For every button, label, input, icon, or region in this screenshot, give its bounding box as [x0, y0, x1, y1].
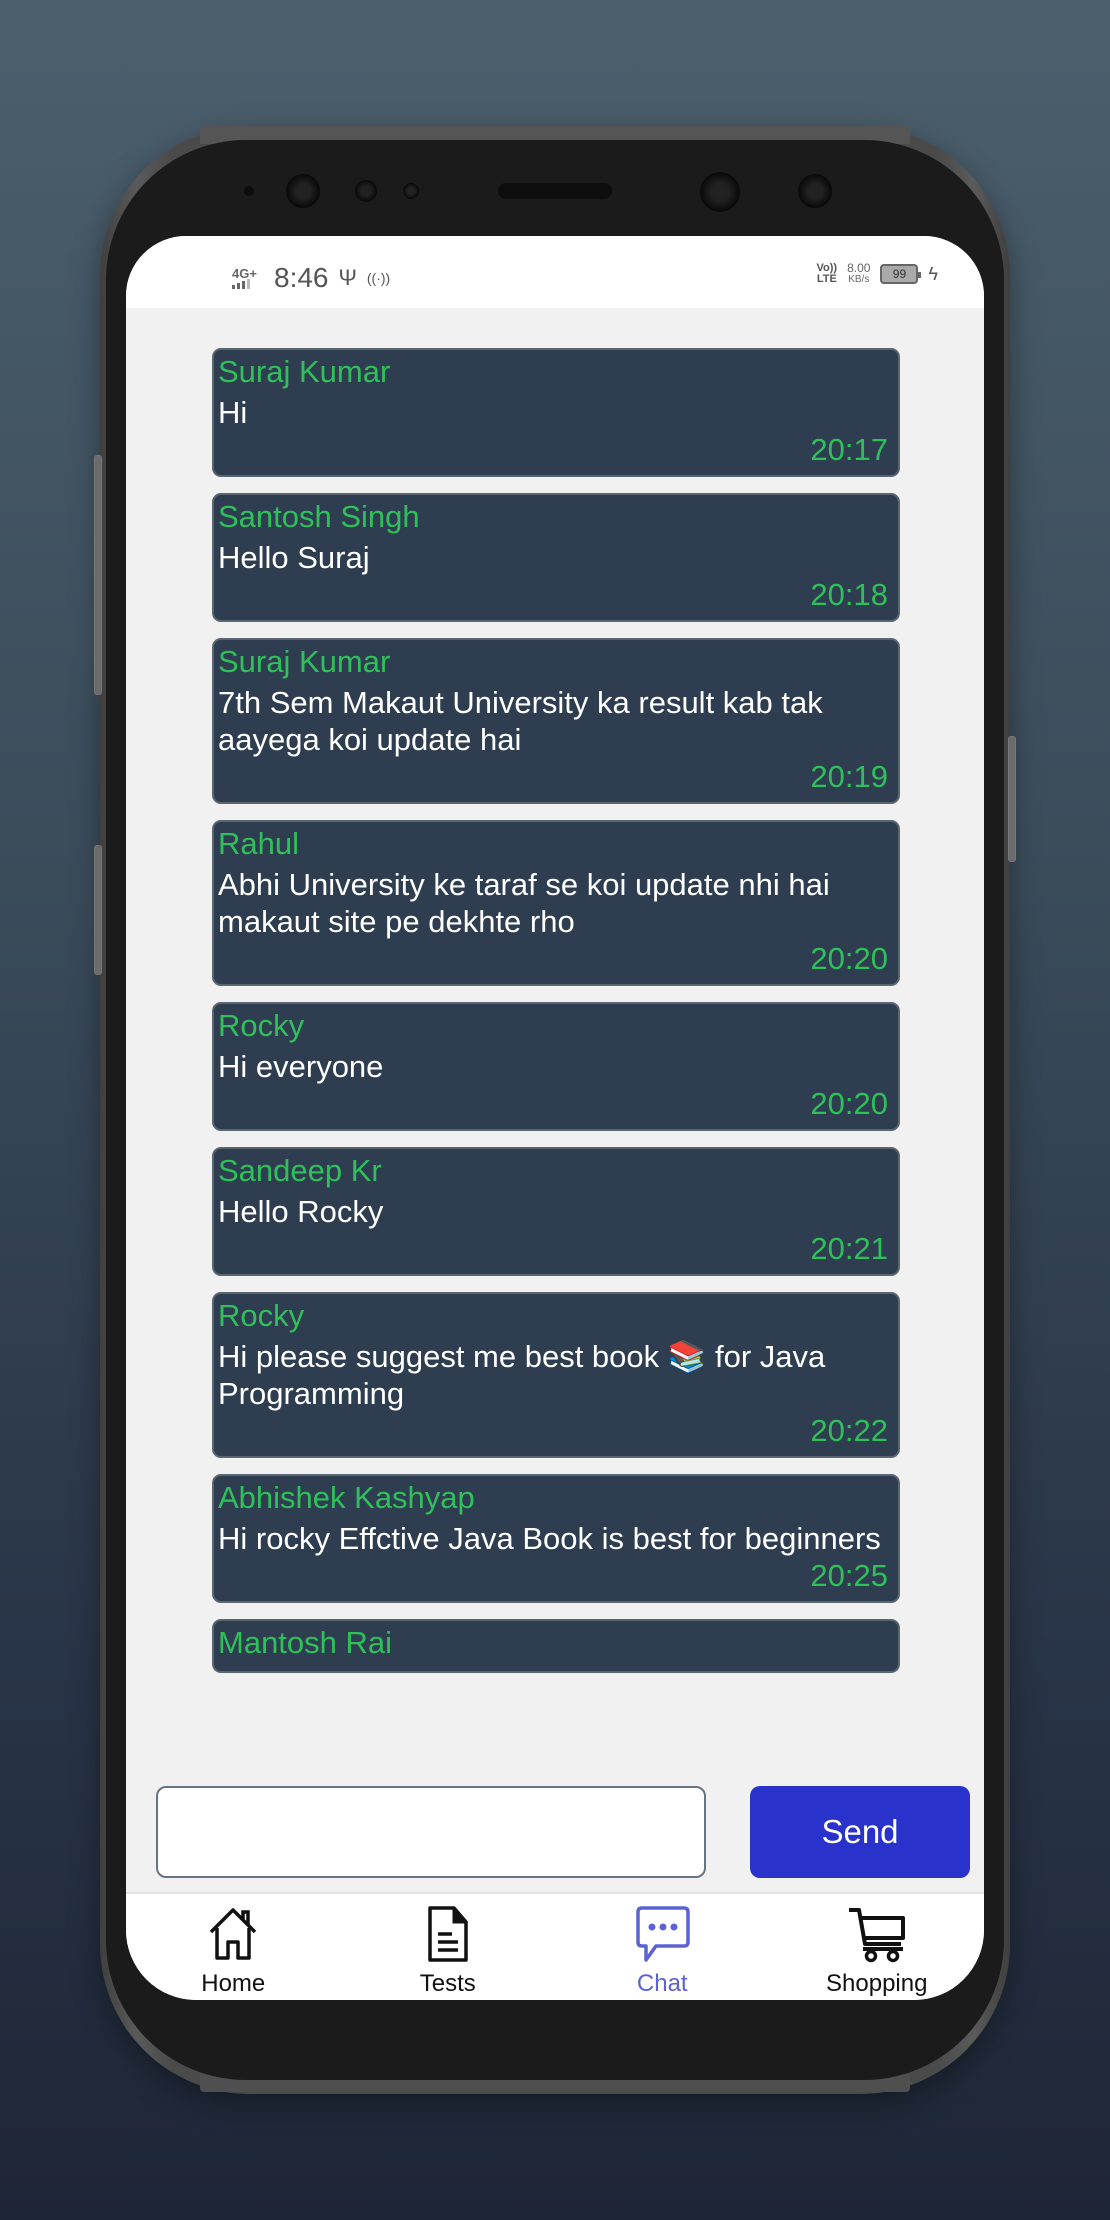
bottom-navigation: Home Tests Chat Shopping	[126, 1892, 984, 2000]
message-time: 20:18	[810, 577, 888, 612]
front-sensor	[798, 174, 832, 208]
usb-icon: Ψ	[338, 265, 357, 290]
message-time: 20:19	[810, 759, 888, 794]
message-bubble[interactable]: Mantosh Rai	[212, 1619, 900, 1673]
nav-chat[interactable]: Chat	[555, 1894, 770, 2000]
nav-label: Chat	[636, 1970, 688, 1997]
message-text: 7th Sem Makaut University ka result kab …	[218, 685, 823, 757]
volume-up-button	[94, 455, 102, 695]
message-bubble[interactable]: Rocky Hi please suggest me best book 📚 fo…	[212, 1292, 900, 1458]
nav-label: Tests	[419, 1970, 476, 1997]
volume-down-button	[94, 845, 102, 975]
nav-home[interactable]: Home	[126, 1894, 341, 2000]
message-bubble[interactable]: Santosh Singh Hello Suraj 20:18	[212, 493, 900, 622]
power-button	[1008, 736, 1016, 862]
message-list[interactable]: Suraj Kumar Hi 20:17 Santosh Singh Hello Sur…	[212, 348, 900, 1730]
message-time: 20:20	[810, 941, 888, 976]
message-time: 20:17	[810, 432, 888, 467]
chat-bubble-icon	[636, 1906, 690, 1962]
sender-name: Rahul	[218, 826, 299, 861]
message-time: 20:20	[810, 1086, 888, 1121]
sensor-dot	[403, 183, 419, 199]
battery-icon: 99	[880, 264, 922, 284]
send-button[interactable]: Send	[750, 1786, 970, 1878]
sender-name: Mantosh Rai	[218, 1625, 393, 1660]
message-time: 20:21	[810, 1231, 888, 1266]
cellular-signal-icon: 4G+	[232, 265, 264, 289]
message-text: Hi everyone	[218, 1049, 384, 1084]
nav-label: Home	[201, 1970, 266, 1997]
sender-name: Suraj Kumar	[218, 354, 391, 389]
sensor-dot	[355, 180, 377, 202]
charging-icon: ϟ	[928, 263, 938, 284]
message-bubble[interactable]: Abhishek Kashyap Hi rocky Effctive Java B…	[212, 1474, 900, 1603]
nav-shopping[interactable]: Shopping	[770, 1894, 985, 2000]
message-bubble[interactable]: Rahul Abhi University ke taraf se koi upd…	[212, 820, 900, 986]
proximity-sensor	[244, 186, 254, 196]
front-camera	[286, 174, 320, 208]
sender-name: Abhishek Kashyap	[218, 1480, 475, 1515]
cart-icon	[848, 1908, 905, 1963]
volte-icon: Vo)) LTE	[816, 262, 838, 285]
sender-name: Rocky	[218, 1008, 305, 1043]
message-bubble[interactable]: Rocky Hi everyone 20:20	[212, 1002, 900, 1131]
sender-name: Rocky	[218, 1298, 305, 1333]
app-screen: 4G+ 8:46 Ψ ((·)) Vo)) LTE 8.00 KB/s 99 ϟ…	[126, 236, 984, 2000]
nav-tests[interactable]: Tests	[341, 1894, 556, 2000]
message-text	[218, 1663, 892, 1665]
clock: 8:46	[274, 262, 329, 293]
front-camera-secondary	[700, 172, 740, 212]
message-text: Hello Suraj	[218, 540, 370, 575]
message-input[interactable]	[156, 1786, 706, 1878]
message-bubble[interactable]: Suraj Kumar 7th Sem Makaut University ka …	[212, 638, 900, 804]
message-text: Hi please suggest me best book 📚 for Jav…	[218, 1339, 826, 1411]
message-text: Hi rocky Effctive Java Book is best for …	[218, 1521, 881, 1556]
sender-name: Sandeep Kr	[218, 1153, 382, 1188]
status-bar: 4G+ 8:46 Ψ ((·)) Vo)) LTE 8.00 KB/s 99 ϟ	[126, 236, 984, 308]
earpiece-speaker	[498, 183, 612, 199]
battery-level: 99	[892, 267, 907, 281]
message-time: 20:22	[810, 1413, 888, 1448]
message-text: Hi	[218, 395, 248, 430]
message-bubble[interactable]: Sandeep Kr Hello Rocky 20:21	[212, 1147, 900, 1276]
message-text: Hello Rocky	[218, 1194, 384, 1229]
document-icon	[428, 1906, 468, 1962]
home-icon	[210, 1908, 257, 1960]
sender-name: Suraj Kumar	[218, 644, 391, 679]
message-bubble[interactable]: Suraj Kumar Hi 20:17	[212, 348, 900, 477]
network-type: 4G+	[232, 265, 257, 281]
sender-name: Santosh Singh	[218, 499, 420, 534]
hotspot-icon: ((·))	[366, 270, 391, 286]
message-text: Abhi University ke taraf se koi update n…	[218, 867, 830, 939]
message-time: 20:25	[810, 1558, 888, 1593]
network-speed: 8.00 KB/s	[847, 261, 871, 285]
nav-label: Shopping	[826, 1970, 928, 1997]
